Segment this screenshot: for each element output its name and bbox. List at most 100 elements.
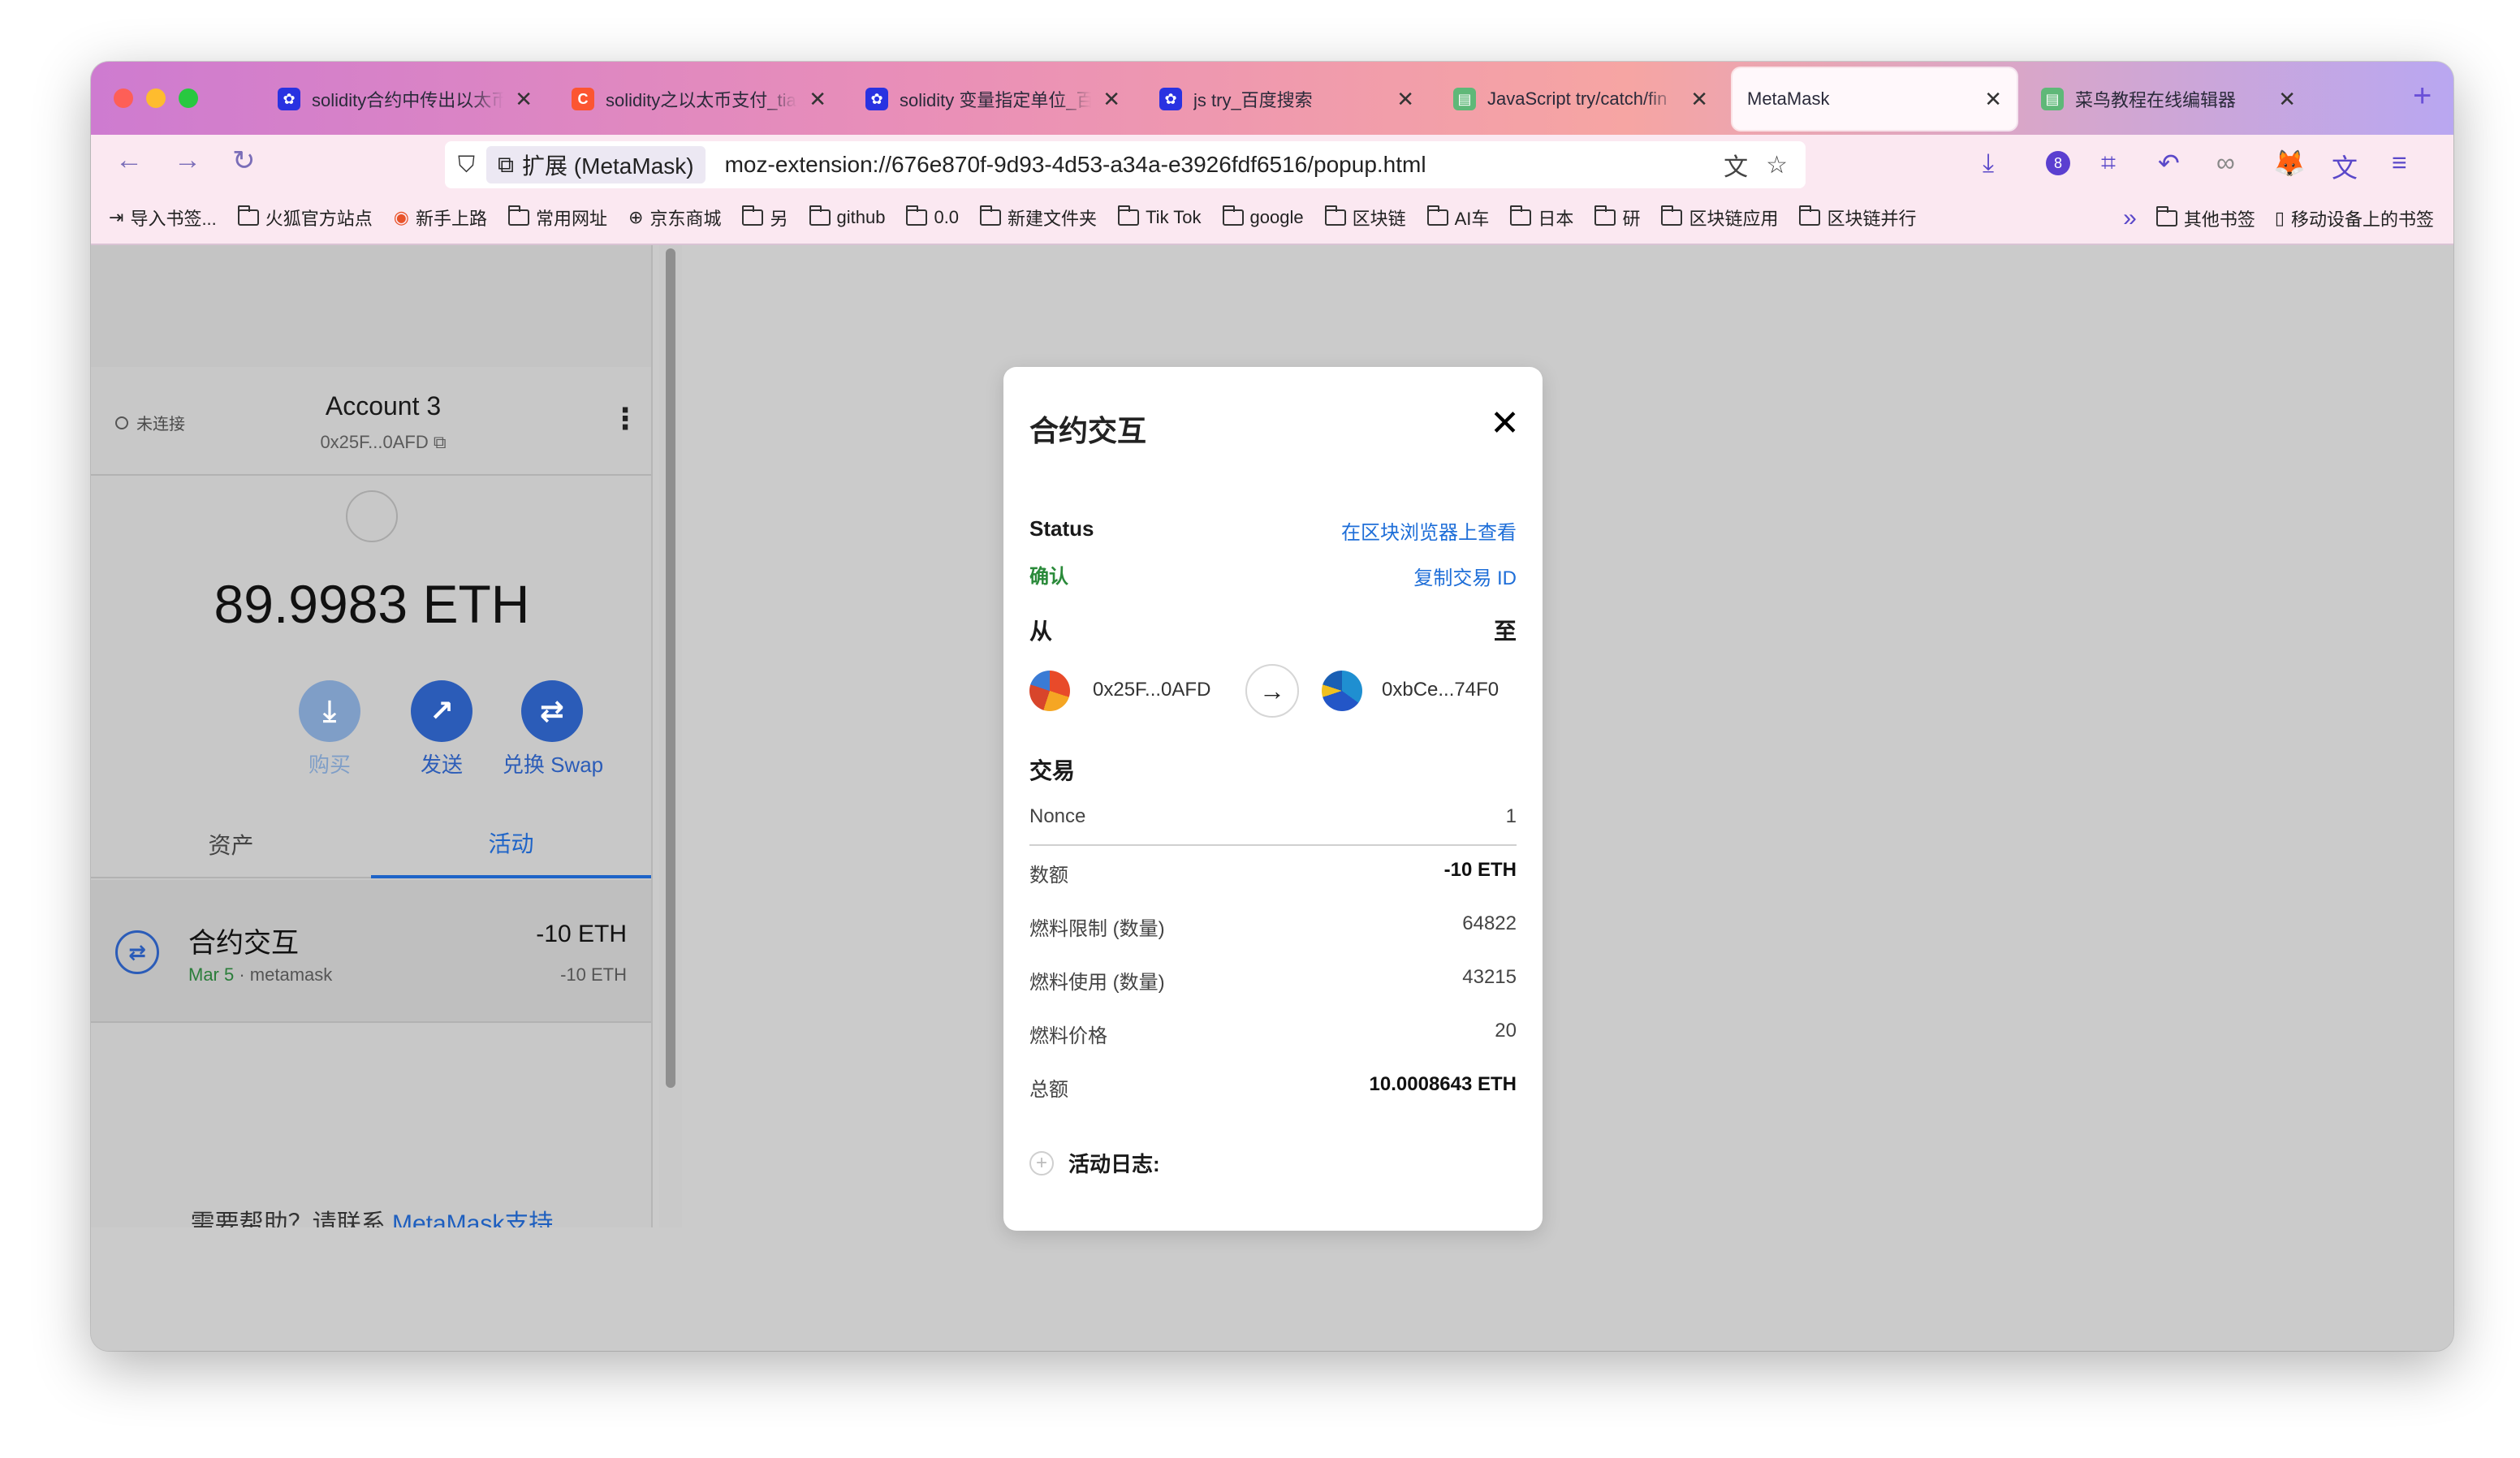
detail-value: 64822 [1462,912,1517,934]
bookmark-label: 移动设备上的书签 [2290,209,2434,230]
buy-button[interactable]: ⤓ [299,680,360,742]
translate-icon[interactable]: 文 [1724,147,1748,183]
bookmark-import[interactable]: ⇥ 导入书签... [109,205,217,231]
menu-hamburger-icon[interactable]: ≡ [2392,148,2407,178]
tab-close-icon[interactable]: ✕ [1690,87,1708,112]
forward-arrow-icon[interactable]: → [174,145,201,176]
copy-tx-id-link[interactable]: 复制交易 ID [1413,562,1517,590]
bookmark-ai-car[interactable]: AI车 [1426,205,1489,231]
minimize-window-button[interactable] [146,88,166,108]
from-address[interactable]: 0x25F...0AFD [1093,679,1210,701]
tab-solidity-transfer[interactable]: ✿ solidity合约中传出以太币 ✕ [263,68,547,130]
bookmark-tiktok[interactable]: Tik Tok [1118,205,1202,228]
extension-label: 扩展 (MetaMask) [522,153,694,179]
folder-icon [237,205,259,226]
bookmark-firefox-site[interactable]: 火狐官方站点 [237,205,373,231]
account-row: 未连接 Account 3 0x25F...0AFD ⧉ ⋮ [91,367,651,476]
transaction-list-item[interactable]: ⇄ 合约交互 Mar 5 · metamask -10 ETH -10 ETH [91,880,651,1023]
bookmark-blockchain[interactable]: 区块链 [1324,205,1406,231]
copy-icon[interactable]: ⧉ [434,432,447,452]
view-on-explorer-link[interactable]: 在区块浏览器上查看 [1341,516,1517,545]
scrollbar-thumb[interactable] [666,248,675,1088]
to-address[interactable]: 0xbCe...74F0 [1382,679,1499,701]
tab-close-icon[interactable]: ✕ [1102,87,1120,112]
url-text[interactable]: moz-extension://676e870f-9d93-4d53-a34a-… [725,152,1724,178]
tab-javascript-try-catch[interactable]: ▤ JavaScript try/catch/fin ✕ [1439,68,1723,130]
code-editor-icon: ▤ [1453,88,1476,110]
account-options-kebab-icon[interactable]: ⋮ [611,404,640,434]
tab-title: solidity之以太币支付_tia [606,90,796,110]
tab-close-icon[interactable]: ✕ [1396,87,1414,112]
bookmark-other-folder[interactable]: 另 [742,205,788,231]
arrow-right-icon: → [1245,664,1299,718]
popup-scrollbar[interactable] [659,245,682,1227]
metamask-fox-icon[interactable]: 🦊 [2273,148,2306,179]
detail-label: 数额 [1029,865,1068,886]
bookmark-blockchain-apps[interactable]: 区块链应用 [1661,205,1778,231]
csdn-icon: C [572,88,594,110]
tab-runoob-editor[interactable]: ▤ 菜鸟教程在线编辑器 ✕ [2026,68,2311,130]
account-address[interactable]: 0x25F...0AFD ⧉ [253,432,513,453]
tab-close-icon[interactable]: ✕ [1984,87,2002,112]
bookmark-common-sites[interactable]: 常用网址 [508,205,607,231]
from-label: 从 [1029,619,1053,644]
back-arrow-icon[interactable]: ← [115,145,143,176]
folder-icon [2155,206,2177,226]
chevron-double-right-icon[interactable]: » [2123,205,2137,232]
detail-label: 总额 [1029,1079,1068,1101]
bookmark-japan[interactable]: 日本 [1510,205,1573,231]
close-window-button[interactable] [114,88,133,108]
bookmark-new-folder[interactable]: 新建文件夹 [980,205,1097,231]
wallet-popup: 未连接 Account 3 0x25F...0AFD ⧉ ⋮ 89.9983 E… [91,245,653,1227]
new-tab-plus-icon[interactable]: + [2413,78,2432,114]
crop-icon[interactable]: ⌗ [2101,148,2116,179]
status-dot-icon [115,416,128,429]
metamask-support-link[interactable]: MetaMask支持 [392,1210,553,1227]
tab-close-icon[interactable]: ✕ [515,87,533,112]
connection-status[interactable]: 未连接 [115,411,185,434]
activity-log-toggle[interactable]: + 活动日志: [1029,1148,1160,1178]
token-avatar [346,490,398,542]
bookmark-google[interactable]: google [1222,205,1304,228]
tab-close-icon[interactable]: ✕ [2278,87,2296,112]
translate-extension-icon[interactable]: 文 [2332,148,2358,185]
tab-activity[interactable]: 活动 [371,810,651,878]
bookmark-other-bookmarks[interactable]: 其他书签 [2155,205,2255,231]
shield-icon[interactable]: ⛉ [458,152,475,179]
extension-identity-pill[interactable]: ⧉ 扩展 (MetaMask) [486,146,706,183]
bookmark-star-icon[interactable]: ☆ [1766,151,1788,179]
link-icon[interactable]: ∞ [2216,148,2235,178]
extension-badge-icon[interactable]: 8 [2046,151,2070,175]
zoom-window-button[interactable] [179,88,198,108]
account-name[interactable]: Account 3 [253,391,513,421]
undo-icon[interactable]: ↶ [2158,148,2180,179]
tab-title: MetaMask [1747,88,1830,109]
tab-metamask[interactable]: MetaMask ✕ [1732,68,2017,130]
detail-row-gas-price: 燃料价格 20 [1029,1020,1517,1048]
bookmark-jd[interactable]: ⊕ 京东商城 [628,205,721,231]
download-icon[interactable]: ⤓ [1983,148,1994,179]
reload-icon[interactable]: ↻ [232,145,256,177]
bookmark-research[interactable]: 研 [1594,205,1640,231]
detail-row-nonce: Nonce 1 [1029,805,1517,828]
tab-solidity-units[interactable]: ✿ solidity 变量指定单位_百 ✕ [851,68,1135,130]
wallet-header [91,245,651,367]
folder-icon [980,205,1002,226]
bookmark-label: google [1249,207,1304,227]
tab-assets[interactable]: 资产 [91,810,371,878]
bookmark-blockchain-parallel[interactable]: 区块链并行 [1799,205,1916,231]
bookmark-label: 区块链 [1352,209,1406,229]
tab-js-try[interactable]: ✿ js try_百度搜索 ✕ [1145,68,1429,130]
bookmark-mobile[interactable]: ▯ 移动设备上的书签 [2275,205,2434,231]
bookmark-github[interactable]: github [809,205,885,228]
close-icon[interactable]: ✕ [1490,403,1520,444]
swap-button[interactable]: ⇄ [521,680,583,742]
folder-icon [1426,205,1448,226]
bookmark-getting-started[interactable]: ◉ 新手上路 [394,205,487,231]
bookmark-00[interactable]: 0.0 [906,205,959,228]
address-bar[interactable]: ⛉ ⧉ 扩展 (MetaMask) moz-extension://676e87… [445,141,1806,188]
send-button[interactable]: ↗ [411,680,472,742]
tab-solidity-payment[interactable]: C solidity之以太币支付_tia ✕ [557,68,841,130]
tab-close-icon[interactable]: ✕ [809,87,826,112]
baidu-icon: ✿ [865,88,888,110]
